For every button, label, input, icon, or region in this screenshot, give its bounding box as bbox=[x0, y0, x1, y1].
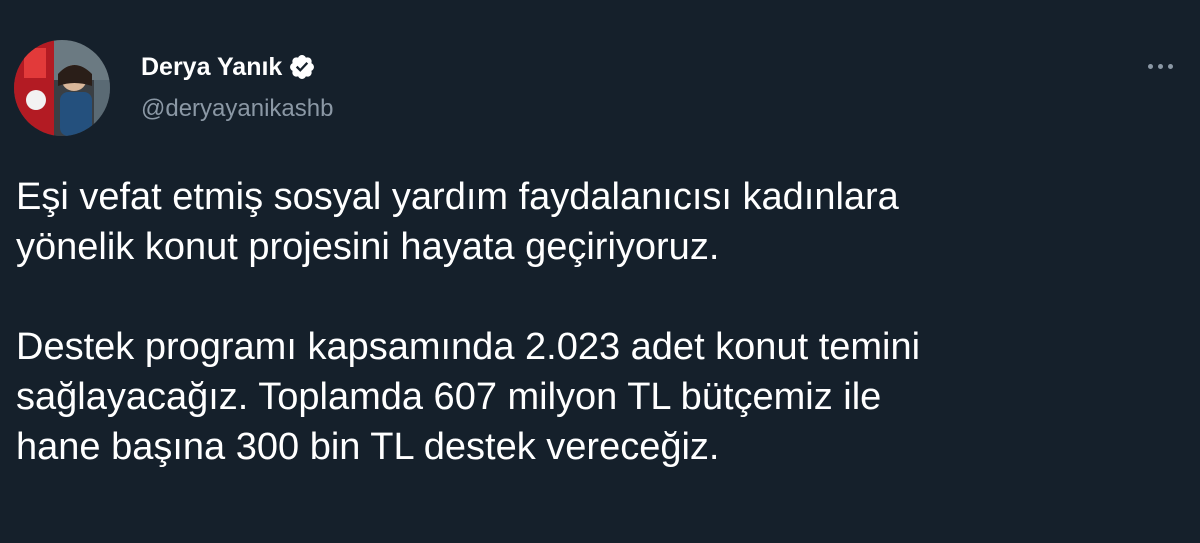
tweet-text: Eşi vefat etmiş sosyal yardım faydalanıc… bbox=[16, 172, 1176, 472]
tweet-line: Destek programı kapsamında 2.023 adet ko… bbox=[16, 326, 921, 368]
more-horizontal-icon bbox=[1147, 63, 1153, 69]
tweet-line: hane başına 300 bin TL destek vereceğiz. bbox=[16, 426, 720, 468]
tweet-paragraph: Destek programı kapsamında 2.023 adet ko… bbox=[16, 322, 1176, 472]
verified-badge-icon bbox=[288, 53, 316, 81]
tweet-line: sağlayacağız. Toplamda 607 milyon TL büt… bbox=[16, 376, 882, 418]
tweet-paragraph: Eşi vefat etmiş sosyal yardım faydalanıc… bbox=[16, 172, 1176, 272]
avatar[interactable] bbox=[14, 40, 110, 136]
tweet-card: Derya Yanık @deryayanikashb Eşi vefat et… bbox=[0, 0, 1200, 543]
avatar-photo bbox=[14, 40, 110, 136]
tweet-line: Eşi vefat etmiş sosyal yardım faydalanıc… bbox=[16, 176, 899, 218]
author-name-row: Derya Yanık bbox=[141, 52, 316, 82]
more-options-button[interactable] bbox=[1138, 52, 1182, 80]
author-handle[interactable]: @deryayanikashb bbox=[141, 95, 333, 123]
tweet-line: yönelik konut projesini hayata geçiriyor… bbox=[16, 226, 720, 268]
display-name[interactable]: Derya Yanık bbox=[141, 53, 282, 82]
